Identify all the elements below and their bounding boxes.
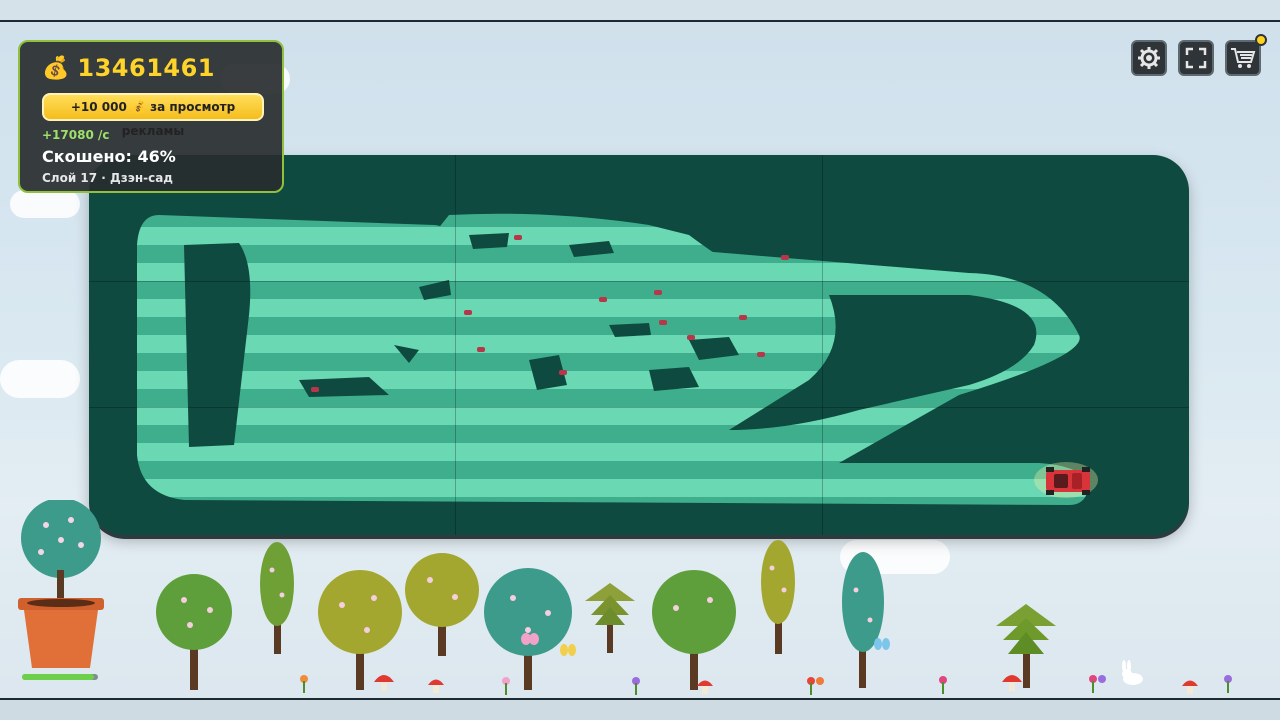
mushroom	[1002, 675, 1022, 691]
flower	[1089, 675, 1106, 693]
butterfly	[521, 633, 539, 645]
settings-button[interactable]	[1131, 40, 1167, 76]
tree	[405, 553, 479, 656]
flower	[939, 676, 947, 694]
cloud	[10, 190, 80, 218]
bunny	[1122, 660, 1143, 685]
tree	[652, 570, 736, 690]
fullscreen-button[interactable]	[1178, 40, 1214, 76]
tree	[260, 542, 294, 654]
pine-tree	[585, 583, 635, 653]
plant-growth-bar	[22, 674, 98, 680]
flower	[300, 675, 308, 693]
lawn-field[interactable]	[89, 155, 1189, 535]
tree	[761, 540, 795, 654]
watch-ad-button[interactable]: +10 000 💰 за просмотр рекламы	[42, 93, 264, 138]
layer-label: Слой 17 · Дзэн-сад	[42, 171, 173, 185]
mushroom	[428, 679, 444, 693]
mowed-percent: Скошено: 46%	[42, 147, 176, 166]
flower	[1224, 675, 1232, 693]
money-row: 💰 13461461	[42, 54, 215, 82]
bottom-edge-bar	[0, 698, 1280, 720]
flower	[632, 677, 640, 695]
mushroom	[1182, 680, 1198, 694]
butterfly	[560, 644, 576, 656]
plant-growth-fill	[22, 674, 95, 680]
bugs-layer	[311, 235, 789, 392]
top-edge-bar	[0, 0, 1280, 22]
potted-tree[interactable]	[16, 500, 106, 670]
income-rate: +17080 /с	[42, 128, 110, 142]
flower	[502, 677, 510, 695]
tree	[156, 574, 232, 690]
gear-icon	[1138, 47, 1160, 69]
shopping-cart-icon	[1231, 48, 1256, 68]
stats-panel: 💰 13461461 +10 000 💰 за просмотр рекламы…	[18, 40, 284, 193]
money-balance: 13461461	[77, 54, 215, 82]
tree	[842, 552, 884, 688]
shop-notification-badge	[1255, 34, 1267, 46]
butterfly	[874, 638, 890, 650]
cloud	[0, 360, 80, 398]
mushroom	[697, 680, 713, 694]
flower	[807, 677, 824, 695]
money-bag-icon: 💰	[42, 55, 70, 81]
mushroom	[374, 675, 394, 691]
shop-button[interactable]	[1225, 40, 1261, 76]
fullscreen-icon	[1185, 47, 1207, 69]
